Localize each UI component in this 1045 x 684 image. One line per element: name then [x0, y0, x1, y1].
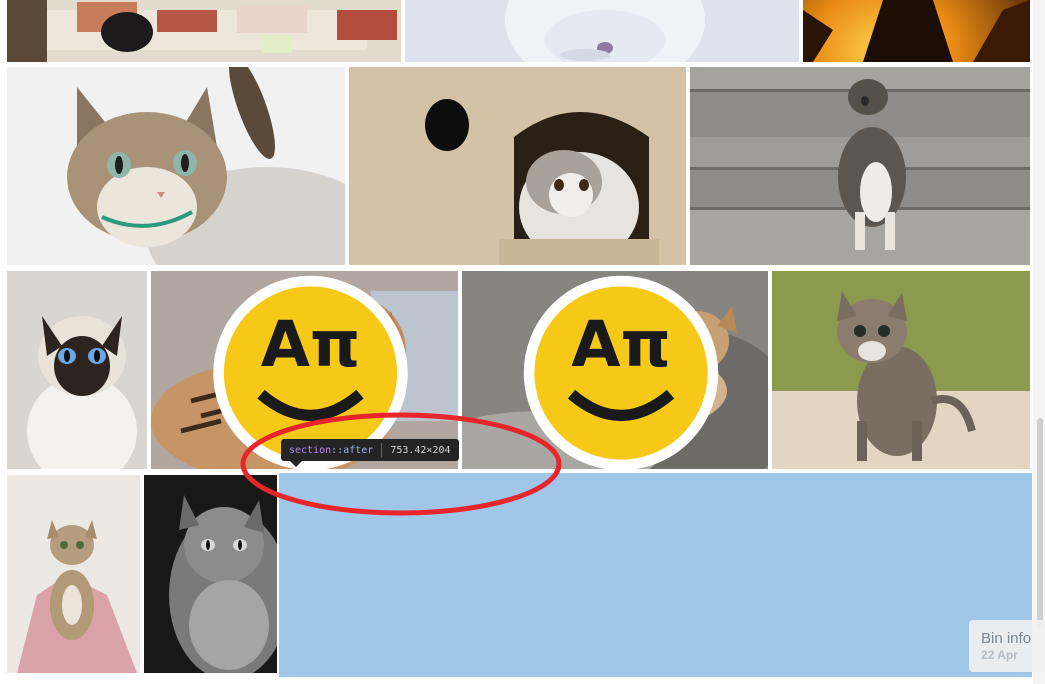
tabby-kitten-on-steps-photo[interactable]: [690, 67, 1030, 265]
grayscale-longhair-cat-photo[interactable]: [144, 475, 277, 673]
devtools-element-tooltip: section::after 753.42×204: [281, 439, 459, 461]
scrollbar-thumb[interactable]: [1037, 418, 1043, 628]
tooltip-arrow: [290, 461, 302, 467]
white-kitten-photo[interactable]: [405, 0, 799, 62]
svg-text:Aπ: Aπ: [571, 308, 671, 382]
tabby-cat-closeup-photo[interactable]: [7, 67, 345, 265]
smile-badge-icon: Aπ: [523, 275, 719, 469]
svg-text:Aπ: Aπ: [261, 308, 361, 382]
tooltip-divider: [381, 443, 383, 457]
tooltip-pseudo-element: ::after: [331, 444, 374, 456]
fluffy-kitten-cat-house-photo[interactable]: [349, 67, 686, 265]
cat-on-sofa-photo[interactable]: [7, 0, 401, 62]
tooltip-dimensions: 753.42×204: [390, 444, 451, 456]
tabby-kitten-grass-photo[interactable]: [772, 271, 1030, 469]
bengal-kitten-lying-photo[interactable]: Aπ: [462, 271, 768, 469]
page: Aπ Aπ section::after 753.42×204 Bin inf…: [0, 0, 1045, 684]
bin-info-panel[interactable]: Bin info 22 Apr: [969, 620, 1045, 672]
cat-silhouette-sunset-photo[interactable]: [803, 0, 1030, 62]
element-highlight-overlay: [279, 473, 1032, 677]
siamese-cat-photo[interactable]: [7, 271, 147, 469]
tooltip-selector: section: [289, 444, 332, 456]
vertical-scrollbar[interactable]: [1033, 0, 1045, 684]
kitten-pink-blanket-photo[interactable]: [7, 475, 140, 673]
bin-info-title: Bin info: [981, 630, 1032, 647]
bin-info-date: 22 Apr: [981, 648, 1018, 662]
